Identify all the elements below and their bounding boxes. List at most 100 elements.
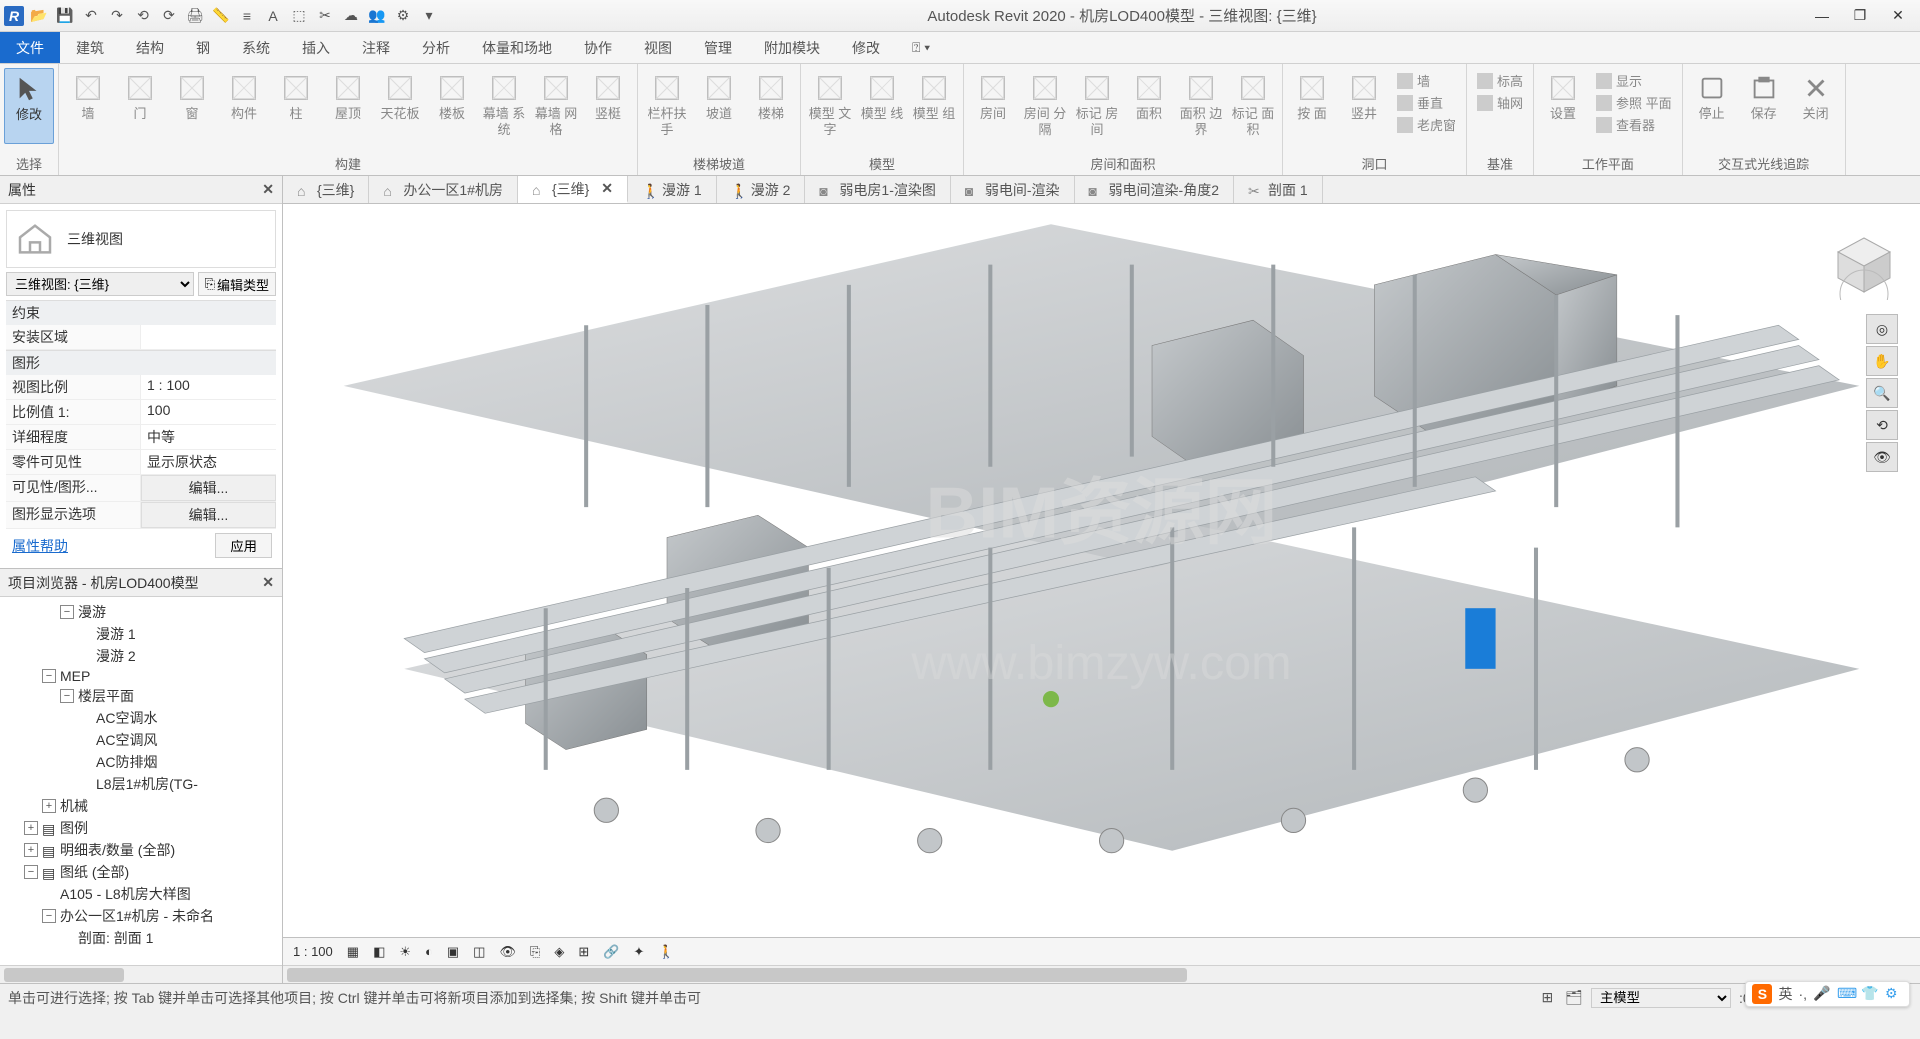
tab-close-icon[interactable]: ✕ [601, 180, 613, 197]
temp-props-icon[interactable]: ⎘ [526, 944, 544, 960]
ribbon-btn-mgroup[interactable]: 模型 组 [909, 68, 959, 142]
view-tab-5[interactable]: ◙弱电房1-渲染图 [805, 176, 950, 203]
prop-value[interactable]: 显示原状态 [141, 450, 276, 474]
ribbon-btn-railing[interactable]: 栏杆扶手 [642, 68, 692, 142]
ribbon-small-查看器[interactable]: 查看器 [1592, 114, 1676, 135]
qat-align-icon[interactable]: ≡ [236, 5, 258, 27]
ribbon-btn-mullion[interactable]: 竖梃 [583, 68, 633, 142]
ribbon-btn-close[interactable]: 关闭 [1791, 68, 1841, 142]
tree-row[interactable]: AC空调风 [2, 729, 280, 751]
ribbon-small-轴网[interactable]: 轴网 [1473, 92, 1527, 113]
ribbon-btn-grid[interactable]: 幕墙 网格 [531, 68, 581, 142]
nav-orbit-icon[interactable]: ⟲ [1866, 410, 1898, 440]
ribbon-btn-roomsep[interactable]: 房间 分隔 [1020, 68, 1070, 142]
ime-voice-icon[interactable]: 🎤 [1813, 985, 1831, 1003]
view-cube[interactable] [1830, 232, 1898, 300]
ribbon-btn-cursor[interactable]: 修改 [4, 68, 54, 144]
ribbon-btn-column[interactable]: 柱 [271, 68, 321, 142]
tree-toggle-icon[interactable]: + [42, 799, 56, 813]
tree-toggle-icon[interactable]: − [60, 605, 74, 619]
menu-tab-1[interactable]: 建筑 [60, 32, 120, 63]
nav-zoom-icon[interactable]: 🔍 [1866, 378, 1898, 408]
ime-menu-icon[interactable]: ⚙ [1885, 985, 1903, 1003]
reveal-hidden-icon[interactable]: ◈ [550, 944, 568, 960]
menu-tab-4[interactable]: 系统 [226, 32, 286, 63]
ribbon-btn-window[interactable]: 窗 [167, 68, 217, 142]
qat-sync-icon[interactable]: ⟲ [132, 5, 154, 27]
menu-tab-9[interactable]: 协作 [568, 32, 628, 63]
ribbon-btn-roof[interactable]: 屋顶 [323, 68, 373, 142]
qat-open-icon[interactable]: 📂 [28, 5, 50, 27]
detail-level-icon[interactable]: ▦ [343, 944, 363, 960]
view-tab-2[interactable]: ⌂{三维}✕ [518, 176, 628, 203]
prop-value[interactable]: 1 : 100 [141, 375, 276, 399]
canvas-hscroll[interactable] [283, 965, 1920, 983]
ribbon-btn-ceiling[interactable]: 天花板 [375, 68, 425, 142]
browser-close-icon[interactable]: ✕ [262, 574, 274, 591]
menu-tab-11[interactable]: 管理 [688, 32, 748, 63]
menu-tab-3[interactable]: 钢 [180, 32, 226, 63]
tree-toggle-icon[interactable]: − [42, 909, 56, 923]
qat-redo-icon[interactable]: ↷ [106, 5, 128, 27]
menu-tab-6[interactable]: 注释 [346, 32, 406, 63]
workset-selector[interactable]: 主模型 [1591, 988, 1731, 1008]
tree-row[interactable]: +▤图例 [2, 817, 280, 839]
tree-toggle-icon[interactable]: + [24, 821, 38, 835]
tree-row[interactable]: −MEP [2, 667, 280, 685]
qat-section-icon[interactable]: ✂ [314, 5, 336, 27]
prop-value[interactable]: 编辑... [141, 502, 276, 528]
properties-close-icon[interactable]: ✕ [262, 181, 274, 198]
ribbon-btn-door[interactable]: 门 [115, 68, 165, 142]
ribbon-btn-wall[interactable]: 墙 [63, 68, 113, 142]
ribbon-small-参照 平面[interactable]: 参照 平面 [1592, 92, 1676, 113]
ribbon-small-垂直[interactable]: 垂直 [1393, 92, 1460, 113]
tree-row[interactable]: L8层1#机房(TG- [2, 773, 280, 795]
tree-toggle-icon[interactable]: − [24, 865, 38, 879]
status-icon-1[interactable]: ⊞ [1537, 989, 1557, 1006]
maximize-button[interactable]: ❐ [1842, 4, 1878, 28]
qat-measure-icon[interactable]: 📏 [210, 5, 232, 27]
nav-look-icon[interactable]: 👁 [1866, 442, 1898, 472]
prop-value[interactable]: 中等 [141, 425, 276, 449]
qat-dropdown-icon[interactable]: ▾ [418, 5, 440, 27]
ribbon-small-墙[interactable]: 墙 [1393, 70, 1460, 91]
tree-toggle-icon[interactable]: − [60, 689, 74, 703]
prop-value[interactable]: 100 [141, 400, 276, 424]
ribbon-btn-stair[interactable]: 楼梯 [746, 68, 796, 142]
highlight-icon[interactable]: ✦ [629, 944, 648, 960]
prop-value[interactable]: 编辑... [141, 475, 276, 501]
properties-help-link[interactable]: 属性帮助 [6, 530, 74, 562]
ribbon-btn-areab[interactable]: 面积 边界 [1176, 68, 1226, 142]
ribbon-btn-mtext[interactable]: 模型 文字 [805, 68, 855, 142]
menu-tab-5[interactable]: 插入 [286, 32, 346, 63]
qat-save-icon[interactable]: 💾 [54, 5, 76, 27]
view-tab-1[interactable]: ⌂办公一区1#机房 [369, 176, 518, 203]
tree-row[interactable]: 漫游 2 [2, 645, 280, 667]
menu-tab-8[interactable]: 体量和场地 [466, 32, 568, 63]
ime-keyboard-icon[interactable]: ⌨ [1837, 985, 1855, 1003]
type-preview[interactable]: 三维视图 [6, 210, 276, 268]
walk-icon[interactable]: 🚶 [654, 944, 678, 960]
menu-tab-13[interactable]: 修改 [836, 32, 896, 63]
ribbon-btn-areat[interactable]: 标记 面积 [1228, 68, 1278, 142]
ribbon-small-老虎窗[interactable]: 老虎窗 [1393, 114, 1460, 135]
qat-cloud-icon[interactable]: ☁ [340, 5, 362, 27]
menu-tab-10[interactable]: 视图 [628, 32, 688, 63]
tree-row[interactable]: +机械 [2, 795, 280, 817]
analytical-icon[interactable]: ⊞ [574, 944, 593, 960]
qat-print-icon[interactable]: 🖨 [184, 5, 206, 27]
tree-toggle-icon[interactable]: − [42, 669, 56, 683]
tree-row[interactable]: −漫游 [2, 601, 280, 623]
visual-style-icon[interactable]: ◧ [369, 944, 389, 960]
view-tab-8[interactable]: ✂剖面 1 [1234, 176, 1323, 203]
view-tab-0[interactable]: ⌂{三维} [283, 176, 369, 203]
qat-settings-icon[interactable]: ⚙ [392, 5, 414, 27]
browser-hscroll[interactable] [0, 965, 282, 983]
tree-row[interactable]: AC空调水 [2, 707, 280, 729]
tree-row[interactable]: A105 - L8机房大样图 [2, 883, 280, 905]
menu-tab-0[interactable]: 文件 [0, 32, 60, 63]
ribbon-btn-floor[interactable]: 楼板 [427, 68, 477, 142]
worksets-icon[interactable]: 🗂 [1561, 989, 1587, 1006]
ribbon-btn-curtain[interactable]: 幕墙 系统 [479, 68, 529, 142]
apply-button[interactable]: 应用 [215, 533, 272, 558]
